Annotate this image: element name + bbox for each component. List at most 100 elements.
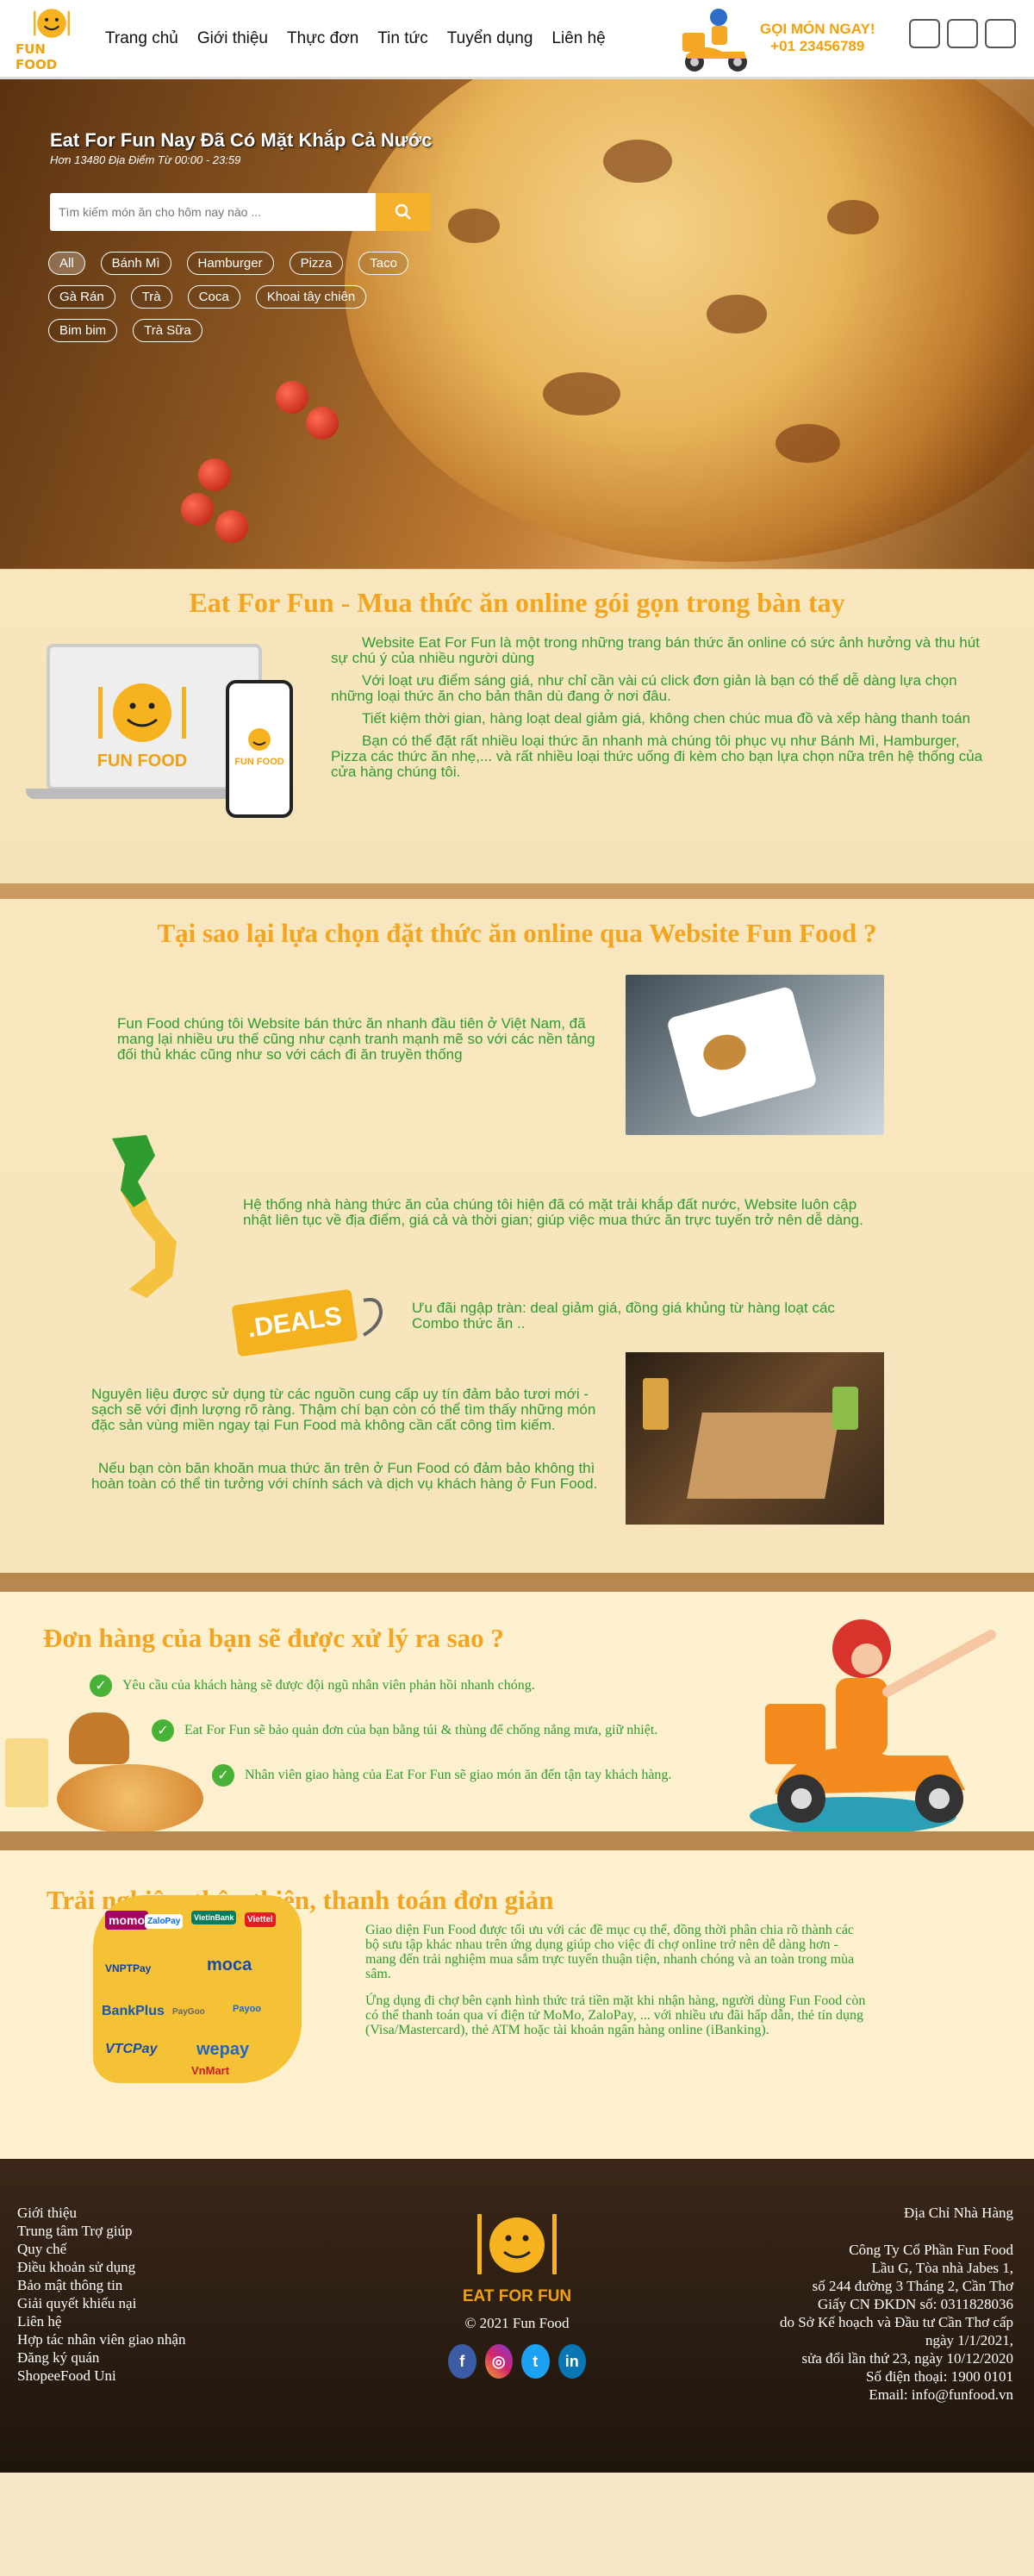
phone-app-image bbox=[626, 975, 884, 1135]
facebook-icon[interactable]: f bbox=[448, 2344, 477, 2379]
why-paragraph-5: Nếu bạn còn băn khoăn mua thức ăn trên ở… bbox=[91, 1460, 598, 1492]
hero-banner: Eat For Fun Nay Đã Có Mặt Khắp Cả Nước H… bbox=[0, 79, 1034, 569]
vnptpay-logo: VNPTPay bbox=[105, 1962, 152, 1974]
search-input[interactable] bbox=[50, 193, 376, 231]
footer-brand-text: EAT FOR FUN bbox=[462, 2287, 572, 2305]
address-line: số 244 đường 3 Tháng 2, Cần Thơ bbox=[812, 2278, 1013, 2294]
vtcpay-logo: VTCPay bbox=[105, 2042, 158, 2056]
nav-menu[interactable]: Thực đơn bbox=[287, 29, 358, 48]
address-line: do Sở Kế hoạch và Đầu tư Cần Thơ cấp bbox=[780, 2314, 1013, 2330]
address-line: sửa đổi lần thứ 23, ngày 10/12/2020 bbox=[801, 2350, 1013, 2367]
fun-food-logo-icon bbox=[98, 683, 186, 742]
vietinbank-logo: VietinBank bbox=[191, 1911, 237, 1924]
process-step-2: ✓ Eat For Fun sẽ bảo quản đơn của bạn bằn… bbox=[152, 1719, 657, 1742]
nav-about[interactable]: Giới thiệu bbox=[197, 29, 268, 48]
nav-contact[interactable]: Liên hệ bbox=[551, 29, 605, 48]
linkedin-icon[interactable]: in bbox=[557, 2344, 586, 2379]
intro-paragraph-3: Tiết kiệm thời gian, hàng loạt deal giảm… bbox=[362, 710, 971, 727]
groceries-box-image bbox=[626, 1352, 884, 1525]
vietnam-map-image bbox=[95, 1130, 190, 1302]
intro-section: Eat For Fun - Mua thức ăn online gói gọn… bbox=[0, 569, 1034, 883]
footer-link[interactable]: Giải quyết khiếu nại bbox=[17, 2294, 185, 2312]
why-paragraph-4: Nguyên liệu được sử dụng từ các nguồn cu… bbox=[91, 1386, 596, 1433]
tag-banh-mi[interactable]: Bánh Mì bbox=[100, 252, 171, 275]
footer-brand: EAT FOR FUN © 2021 Fun Food f ◎ t in bbox=[448, 2205, 586, 2379]
instagram-icon[interactable]: ◎ bbox=[484, 2344, 513, 2379]
footer-link[interactable]: Hợp tác nhân viên giao nhận bbox=[17, 2330, 185, 2348]
deals-tag-image: .DEALS bbox=[231, 1283, 398, 1361]
tag-coca[interactable]: Coca bbox=[187, 285, 240, 309]
address-line: Email: info@funfood.vn bbox=[869, 2386, 1013, 2403]
logo-text: FUN FOOD bbox=[16, 41, 58, 72]
tag-ga-ran[interactable]: Gà Rán bbox=[48, 285, 115, 309]
hero-title: Eat For Fun Nay Đã Có Mặt Khắp Cả Nước bbox=[50, 129, 433, 151]
tag-pizza[interactable]: Pizza bbox=[289, 252, 344, 275]
search-button[interactable] bbox=[376, 193, 431, 231]
intro-title: Eat For Fun - Mua thức ăn online gói gọn… bbox=[189, 587, 845, 618]
call-label: GỌI MÓN NGAY! bbox=[760, 21, 875, 37]
payment-section: Trải nghiệm thân thiện, thanh toán đơn g… bbox=[0, 1831, 1034, 2159]
nav-home[interactable]: Trang chủ bbox=[105, 29, 178, 48]
process-step-3: ✓ Nhân viên giao hàng của Eat For Fun sẽ … bbox=[212, 1764, 671, 1787]
footer-link[interactable]: Trung tâm Trợ giúp bbox=[17, 2222, 185, 2240]
delivery-scooter-icon bbox=[682, 9, 747, 72]
laptop-phone-mockup: FUN FOOD FUN FOOD bbox=[26, 644, 302, 818]
process-section: Đơn hàng của bạn sẽ được xử lý ra sao ? … bbox=[0, 1573, 1034, 1831]
tag-khoai-tay-chien[interactable]: Khoai tây chiên bbox=[255, 285, 367, 309]
search-icon bbox=[395, 203, 411, 220]
why-paragraph-2: Hệ thống nhà hàng thức ăn của chúng tôi … bbox=[243, 1196, 863, 1228]
footer-link[interactable]: ShopeeFood Uni bbox=[17, 2367, 185, 2385]
tag-all[interactable]: All bbox=[48, 252, 85, 275]
nav-careers[interactable]: Tuyển dụng bbox=[447, 29, 533, 48]
pizza-burger-image bbox=[0, 1712, 215, 1831]
category-tags: All Bánh Mì Hamburger Pizza Taco Gà Rán … bbox=[48, 252, 514, 352]
payment-paragraph-1: Giao diện Fun Food được tối ưu với các đ… bbox=[365, 1923, 855, 1981]
footer-link[interactable]: Bảo mật thông tin bbox=[17, 2276, 185, 2294]
delivery-rider-image bbox=[741, 1609, 1008, 1831]
intro-paragraph-2: Với loạt ưu điểm sáng giá, như chỉ cần v… bbox=[331, 672, 957, 704]
address-line: Công Ty Cổ Phần Fun Food bbox=[849, 2242, 1013, 2258]
why-section: Tại sao lại lựa chọn đặt thức ăn online … bbox=[0, 883, 1034, 1573]
intro-paragraph-4: Bạn có thể đặt rất nhiều loại thức ăn nh… bbox=[331, 733, 983, 780]
tag-bim-bim[interactable]: Bim bim bbox=[48, 319, 118, 342]
footer-link[interactable]: Đăng ký quán bbox=[17, 2348, 185, 2367]
tag-tra[interactable]: Trà bbox=[130, 285, 172, 309]
footer-link[interactable]: Quy chế bbox=[17, 2240, 185, 2258]
bankplus-logo: BankPlus bbox=[102, 2004, 165, 2018]
social-links: f ◎ t in bbox=[448, 2344, 586, 2379]
search-bar bbox=[50, 193, 431, 231]
footer-link[interactable]: Giới thiệu bbox=[17, 2204, 185, 2222]
address-line: Số điện thoại: 1900 0101 bbox=[866, 2368, 1013, 2385]
main-nav: Trang chủ Giới thiệu Thực đơn Tin tức Tu… bbox=[105, 29, 606, 48]
payment-logos: momo ZaloPay VietinBank Viettel VNPTPay … bbox=[93, 1895, 302, 2083]
why-paragraph-3: Ưu đãi ngập tràn: deal giảm giá, đồng gi… bbox=[412, 1300, 835, 1332]
nav-news[interactable]: Tin tức bbox=[377, 29, 427, 48]
address-line: Lầu G, Tòa nhà Jabes 1, bbox=[871, 2260, 1013, 2276]
why-paragraph-1: Fun Food chúng tôi Website bán thức ăn n… bbox=[117, 1015, 595, 1063]
footer-link[interactable]: Điều khoản sử dụng bbox=[17, 2258, 185, 2276]
process-step-1: ✓ Yêu cầu của khách hàng sẽ được đội ngũ … bbox=[90, 1675, 535, 1697]
check-icon: ✓ bbox=[90, 1675, 112, 1697]
site-logo[interactable]: FUN FOOD bbox=[16, 5, 88, 72]
header-square-button-2[interactable] bbox=[947, 19, 978, 48]
copyright: © 2021 Fun Food bbox=[464, 2315, 570, 2331]
paygoo-logo: PayGoo bbox=[172, 2007, 205, 2017]
phone-logo-icon bbox=[248, 728, 271, 751]
tag-tra-sua[interactable]: Trà Sữa bbox=[133, 319, 202, 342]
header-square-button-1[interactable] bbox=[909, 19, 940, 48]
why-title: Tại sao lại lựa chọn đặt thức ăn online … bbox=[157, 918, 877, 948]
tag-taco[interactable]: Taco bbox=[358, 252, 408, 275]
twitter-icon[interactable]: t bbox=[521, 2344, 550, 2379]
viettel-logo: Viettel bbox=[245, 1912, 276, 1927]
momo-logo: momo bbox=[105, 1911, 148, 1930]
footer-link[interactable]: Liên hệ bbox=[17, 2312, 185, 2330]
mockup-logo-text: FUN FOOD bbox=[97, 752, 188, 770]
address-line: ngày 1/1/2021, bbox=[925, 2332, 1013, 2348]
call-to-order[interactable]: GỌI MÓN NGAY! +01 23456789 bbox=[677, 2, 884, 74]
hero-subtitle: Hơn 13480 Địa Điểm Từ 00:00 - 23:59 bbox=[50, 153, 241, 166]
smiley-logo-icon bbox=[34, 8, 70, 38]
tag-hamburger[interactable]: Hamburger bbox=[186, 252, 274, 275]
payoo-logo: Payoo bbox=[233, 2004, 262, 2014]
site-header: FUN FOOD Trang chủ Giới thiệu Thực đơn T… bbox=[0, 0, 1034, 79]
header-square-button-3[interactable] bbox=[985, 19, 1016, 48]
